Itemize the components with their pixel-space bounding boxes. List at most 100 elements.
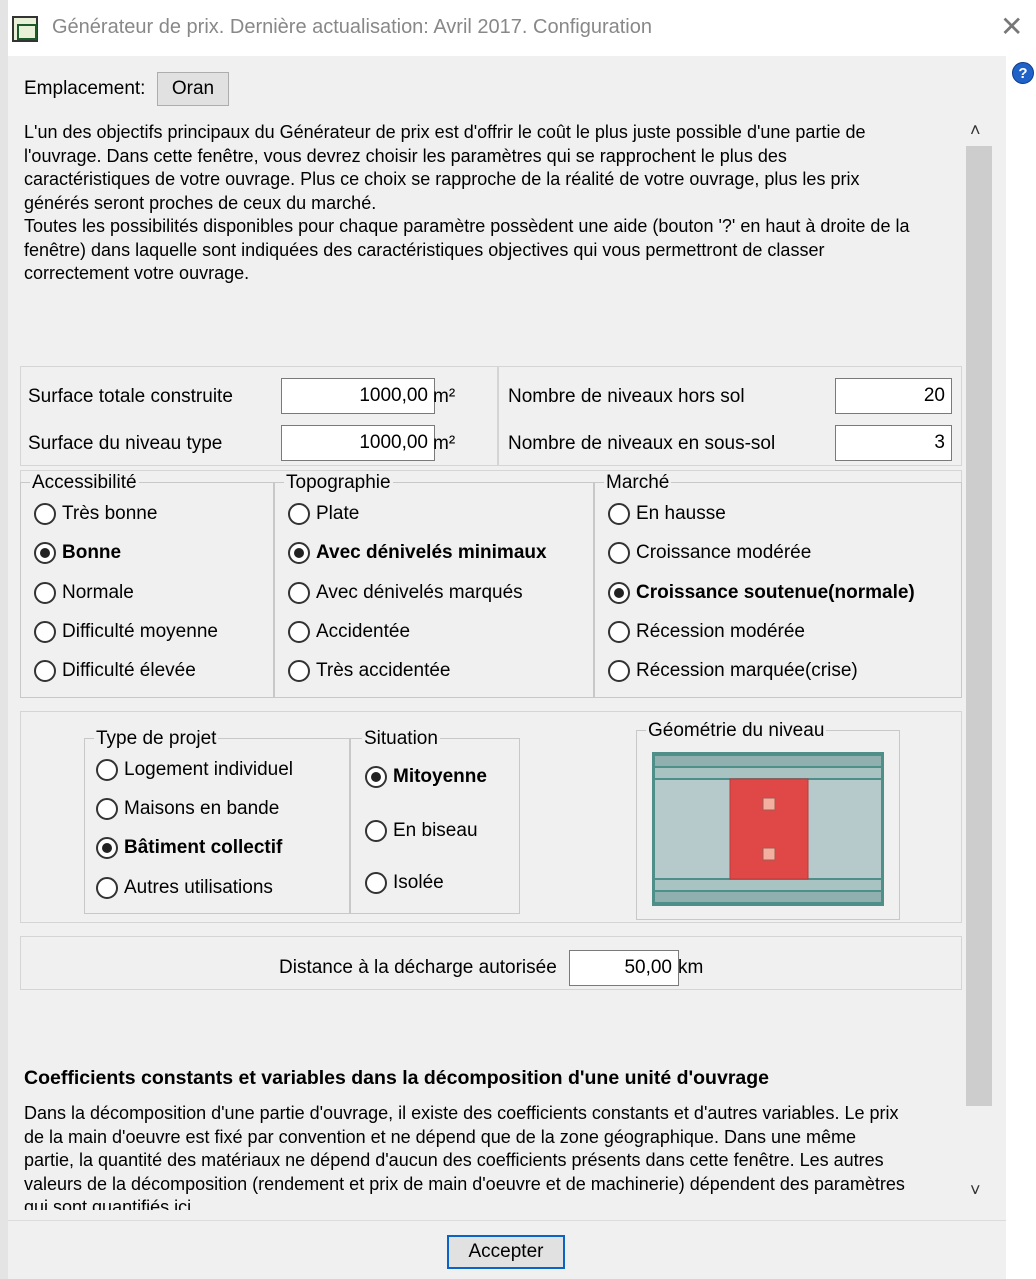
radio-label: Croissance soutenue(normale) (636, 582, 915, 603)
location-button[interactable]: Oran (157, 72, 229, 106)
radio-isolee[interactable]: Isolée (365, 872, 444, 894)
coefficients-heading: Coefficients constants et variables dans… (24, 1067, 770, 1089)
radio-autres-utilisations[interactable]: Autres utilisations (96, 877, 273, 899)
levels-above-label: Nombre de niveaux hors sol (508, 386, 745, 407)
radio-label: En hausse (636, 503, 726, 524)
radio-label: Avec dénivelés minimaux (316, 542, 547, 563)
radio-difficulte-elevee[interactable]: Difficulté élevée (34, 660, 196, 682)
radio-deniveles-minimaux[interactable]: Avec dénivelés minimaux (288, 542, 547, 564)
geometry-title: Géométrie du niveau (646, 720, 827, 742)
market-title: Marché (604, 472, 672, 494)
radio-croissance-soutenue[interactable]: Croissance soutenue(normale) (608, 582, 915, 604)
intro-line: correctement votre ouvrage. (24, 263, 250, 283)
radio-en-hausse[interactable]: En hausse (608, 503, 726, 525)
radio-circle[interactable] (34, 503, 56, 525)
radio-deniveles-marques[interactable]: Avec dénivelés marqués (288, 582, 523, 604)
coefficients-text: Dans la décomposition d'une partie d'ouv… (24, 1102, 964, 1210)
radio-mitoyenne[interactable]: Mitoyenne (365, 766, 487, 788)
radio-label: En biseau (393, 820, 478, 841)
radio-label: Récession modérée (636, 621, 805, 642)
radio-label: Récession marquée(crise) (636, 660, 858, 681)
intro-text: L'un des objectifs principaux du Générat… (24, 121, 964, 351)
type-surface-unit: m² (433, 433, 456, 454)
radio-circle[interactable] (608, 621, 630, 643)
close-icon[interactable]: ✕ (1000, 12, 1023, 42)
project-type-title: Type de projet (94, 728, 219, 750)
radio-recession-moderee[interactable]: Récession modérée (608, 621, 805, 643)
radio-circle[interactable] (365, 820, 387, 842)
intro-line: l'ouvrage. Dans cette fenêtre, vous devr… (24, 145, 787, 166)
radio-label: Plate (316, 503, 360, 524)
help-icon[interactable]: ? (1012, 62, 1034, 84)
dump-distance-field[interactable]: 50,00 (569, 950, 679, 986)
radio-maisons-en-bande[interactable]: Maisons en bande (96, 798, 279, 820)
intro-line: caractéristiques de votre ouvrage. Plus … (24, 169, 860, 189)
total-surface-field[interactable]: 1000,00 (281, 378, 435, 414)
radio-circle[interactable] (288, 621, 310, 643)
geometry-building (729, 778, 809, 880)
radio-label: Avec dénivelés marqués (316, 582, 523, 603)
scroll-down-arrow[interactable]: ˅ (970, 1180, 981, 1201)
window-left-border (0, 0, 8, 1279)
radio-difficulte-moyenne[interactable]: Difficulté moyenne (34, 621, 218, 643)
geometry-bottom-band (655, 892, 881, 902)
scroll-up-arrow[interactable]: ˄ (970, 120, 981, 141)
coefficients-line: valeurs de la décomposition (rendement e… (24, 1173, 905, 1194)
radio-circle[interactable] (288, 582, 310, 604)
radio-circle[interactable] (34, 621, 56, 643)
radio-label: Difficulté élevée (62, 660, 196, 681)
radio-circle[interactable] (96, 837, 118, 859)
total-surface-label: Surface totale construite (28, 386, 233, 407)
radio-recession-marquee[interactable]: Récession marquée(crise) (608, 660, 858, 682)
radio-en-biseau[interactable]: En biseau (365, 820, 478, 842)
radio-logement-individuel[interactable]: Logement individuel (96, 759, 293, 781)
radio-label: Mitoyenne (393, 766, 487, 787)
accessibility-title: Accessibilité (30, 472, 139, 494)
radio-circle[interactable] (34, 542, 56, 564)
type-surface-field[interactable]: 1000,00 (281, 425, 435, 461)
geometry-window-bottom (762, 847, 776, 861)
radio-circle[interactable] (288, 660, 310, 682)
radio-circle[interactable] (365, 766, 387, 788)
radio-circle[interactable] (288, 542, 310, 564)
radio-label: Bâtiment collectif (124, 837, 283, 858)
radio-label: Maisons en bande (124, 798, 280, 819)
radio-label: Très bonne (62, 503, 158, 524)
radio-label: Accidentée (316, 621, 411, 642)
levels-above-field[interactable]: 20 (835, 378, 952, 414)
levels-below-label: Nombre de niveaux en sous-sol (508, 433, 776, 454)
topography-title: Topographie (284, 472, 393, 494)
radio-circle[interactable] (34, 660, 56, 682)
radio-croissance-moderee[interactable]: Croissance modérée (608, 542, 811, 564)
radio-circle[interactable] (96, 798, 118, 820)
situation-title: Situation (362, 728, 440, 750)
scrollbar-thumb[interactable] (966, 146, 992, 1106)
radio-circle[interactable] (96, 759, 118, 781)
radio-label: Normale (62, 582, 134, 603)
radio-normale[interactable]: Normale (34, 582, 134, 604)
location-label: Emplacement: (24, 78, 146, 99)
radio-accidentee[interactable]: Accidentée (288, 621, 410, 643)
radio-circle[interactable] (608, 660, 630, 682)
accept-button[interactable]: Accepter (447, 1235, 565, 1269)
level-geometry-image (652, 752, 884, 906)
total-surface-unit: m² (433, 386, 456, 407)
type-surface-label: Surface du niveau type (28, 433, 223, 454)
radio-tres-accidentee[interactable]: Très accidentée (288, 660, 450, 682)
radio-circle[interactable] (288, 503, 310, 525)
radio-tres-bonne[interactable]: Très bonne (34, 503, 157, 525)
levels-below-field[interactable]: 3 (835, 425, 952, 461)
radio-circle[interactable] (34, 582, 56, 604)
app-icon (12, 16, 38, 42)
radio-batiment-collectif[interactable]: Bâtiment collectif (96, 837, 282, 859)
intro-line: Toutes les possibilités disponibles pour… (24, 216, 910, 236)
coefficients-line: Dans la décomposition d'une partie d'ouv… (24, 1103, 899, 1123)
radio-circle[interactable] (608, 582, 630, 604)
radio-circle[interactable] (96, 877, 118, 899)
radio-circle[interactable] (608, 542, 630, 564)
intro-line: L'un des objectifs principaux du Générat… (24, 122, 866, 142)
radio-bonne[interactable]: Bonne (34, 542, 121, 564)
radio-circle[interactable] (365, 872, 387, 894)
radio-circle[interactable] (608, 503, 630, 525)
radio-plate[interactable]: Plate (288, 503, 359, 525)
